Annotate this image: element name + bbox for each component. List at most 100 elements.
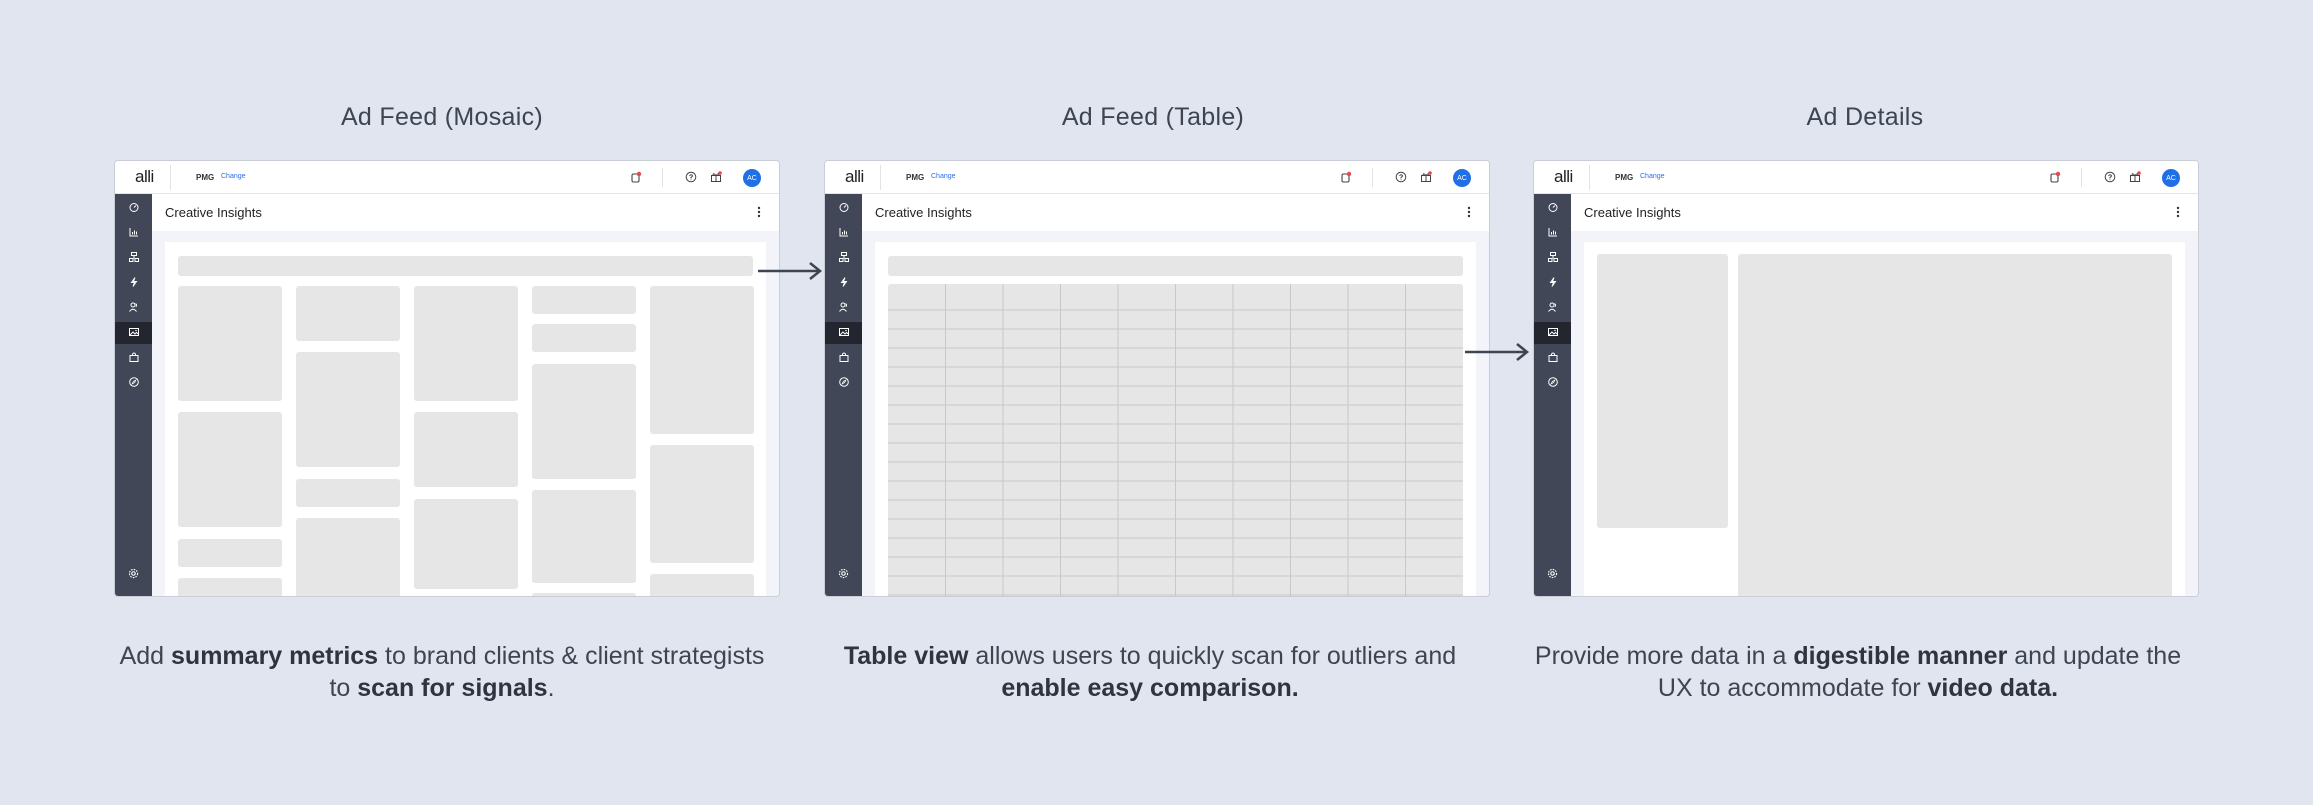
- kebab-menu-icon[interactable]: [1467, 205, 1471, 219]
- divider: [170, 165, 171, 190]
- sidebar-item-shopping-bag[interactable]: [115, 347, 152, 369]
- sidebar-item-hierarchy[interactable]: [825, 247, 862, 269]
- org-change-link[interactable]: Change: [931, 173, 956, 180]
- sidebar-item-chart[interactable]: [825, 222, 862, 244]
- page-header: Creative Insights: [1571, 194, 2198, 231]
- sidebar-item-dashboard[interactable]: [1534, 197, 1571, 219]
- top-bar: alli PMG Change AC: [1534, 161, 2198, 194]
- sidebar-item-hierarchy[interactable]: [115, 247, 152, 269]
- sidebar-item-audience[interactable]: [825, 297, 862, 319]
- sidebar-item-shopping-bag[interactable]: [1534, 347, 1571, 369]
- mosaic-tile-placeholder: [178, 412, 282, 527]
- image-icon: [128, 324, 139, 342]
- shopping-bag-icon: [1548, 349, 1558, 367]
- mosaic-tile-placeholder: [532, 490, 636, 583]
- user-avatar[interactable]: AC: [743, 169, 761, 187]
- mosaic-tile-placeholder: [650, 574, 754, 596]
- alli-logo[interactable]: alli: [1554, 167, 1573, 187]
- panel-title-table: Ad Feed (Table): [1061, 103, 1245, 131]
- sidebar-item-shopping-bag[interactable]: [825, 347, 862, 369]
- divider: [2081, 168, 2082, 187]
- sidebar-item-settings[interactable]: [825, 564, 862, 586]
- alli-logo[interactable]: alli: [135, 167, 154, 187]
- sidebar-nav: [825, 194, 862, 596]
- mosaic-screenshot: alli PMG Change AC Creative Insights: [114, 160, 780, 597]
- alli-logo[interactable]: alli: [845, 167, 864, 187]
- sidebar-item-image[interactable]: [825, 322, 862, 344]
- gear-icon: [128, 566, 139, 584]
- org-change-link[interactable]: Change: [1640, 173, 1665, 180]
- help-icon[interactable]: [1394, 170, 1408, 184]
- mosaic-tile-placeholder: [532, 286, 636, 314]
- user-avatar[interactable]: AC: [2162, 169, 2180, 187]
- dashboard-icon: [129, 199, 139, 217]
- thumbnail-placeholder: [1597, 254, 1728, 528]
- sidebar-item-audience[interactable]: [115, 297, 152, 319]
- sidebar-item-chart[interactable]: [115, 222, 152, 244]
- sidebar-item-audience[interactable]: [1534, 297, 1571, 319]
- caption-details: Provide more data in a digestible manner…: [1525, 640, 2191, 704]
- notification-icon[interactable]: [2048, 170, 2062, 184]
- help-icon[interactable]: [684, 170, 698, 184]
- sidebar-item-image[interactable]: [115, 322, 152, 344]
- hierarchy-icon: [128, 249, 139, 267]
- mosaic-tile-placeholder: [178, 578, 282, 596]
- page-title: Creative Insights: [875, 205, 972, 220]
- search-bar-placeholder: [178, 256, 753, 276]
- mosaic-tile-placeholder: [650, 286, 754, 434]
- mosaic-tile-placeholder: [414, 412, 518, 487]
- mosaic-tile-placeholder: [178, 286, 282, 401]
- mosaic-tile-placeholder: [532, 324, 636, 352]
- org-change-link[interactable]: Change: [221, 173, 246, 180]
- kebab-menu-icon[interactable]: [757, 205, 761, 219]
- sidebar-item-compass[interactable]: [1534, 372, 1571, 394]
- sidebar-item-image[interactable]: [1534, 322, 1571, 344]
- table-screenshot: alli PMG Change AC Creative Insights: [824, 160, 1490, 597]
- gift-icon[interactable]: [2128, 170, 2142, 184]
- arrow-table-to-details: [1465, 343, 1530, 361]
- sidebar-item-dashboard[interactable]: [115, 197, 152, 219]
- gift-icon[interactable]: [709, 170, 723, 184]
- image-icon: [838, 324, 849, 342]
- divider: [1372, 168, 1373, 187]
- search-bar-placeholder: [888, 256, 1463, 276]
- sidebar-item-compass[interactable]: [825, 372, 862, 394]
- sidebar-item-dashboard[interactable]: [825, 197, 862, 219]
- sidebar-item-hierarchy[interactable]: [1534, 247, 1571, 269]
- caption-segment: Provide more data in a: [1534, 642, 1794, 670]
- notification-icon[interactable]: [1339, 170, 1353, 184]
- compass-icon: [838, 374, 849, 392]
- sidebar-item-chart[interactable]: [1534, 222, 1571, 244]
- dashboard-icon: [1548, 199, 1558, 217]
- sidebar-item-lightning[interactable]: [115, 272, 152, 294]
- notification-icon[interactable]: [629, 170, 643, 184]
- user-avatar[interactable]: AC: [1453, 169, 1471, 187]
- hierarchy-icon: [1547, 249, 1558, 267]
- caption-segment: .: [547, 674, 555, 702]
- sidebar-item-compass[interactable]: [115, 372, 152, 394]
- caption-segment: summary metrics: [171, 642, 379, 670]
- chart-icon: [1548, 224, 1558, 242]
- table-placeholder: [888, 284, 1463, 596]
- caption-segment: video data.: [1927, 674, 2059, 702]
- main-content: Creative Insights: [1571, 194, 2198, 596]
- sidebar-item-settings[interactable]: [1534, 564, 1571, 586]
- kebab-menu-icon[interactable]: [2176, 205, 2180, 219]
- main-content: Creative Insights: [152, 194, 779, 596]
- panel-title-mosaic: Ad Feed (Mosaic): [340, 103, 544, 131]
- sidebar-item-lightning[interactable]: [825, 272, 862, 294]
- main-content: Creative Insights: [862, 194, 1489, 596]
- page-title: Creative Insights: [1584, 205, 1681, 220]
- gift-icon[interactable]: [1419, 170, 1433, 184]
- shopping-bag-icon: [129, 349, 139, 367]
- help-icon[interactable]: [2103, 170, 2117, 184]
- lightning-icon: [129, 274, 139, 292]
- sidebar-item-lightning[interactable]: [1534, 272, 1571, 294]
- details-panel-placeholder: [1738, 254, 2172, 596]
- details-screenshot: alli PMG Change AC Creative Insights: [1533, 160, 2199, 597]
- mosaic-tile-placeholder: [414, 499, 518, 589]
- sidebar-item-settings[interactable]: [115, 564, 152, 586]
- mosaic-tile-placeholder: [414, 286, 518, 401]
- page-header: Creative Insights: [152, 194, 779, 231]
- content-card: [165, 242, 766, 596]
